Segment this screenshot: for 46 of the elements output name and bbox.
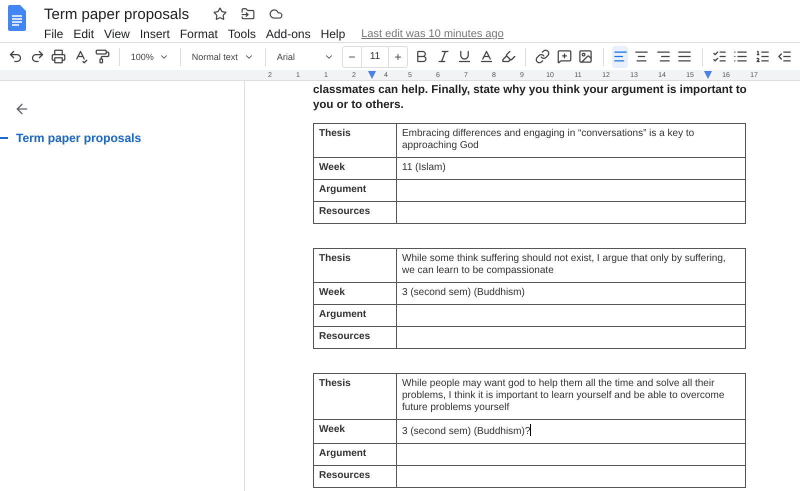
row-label: Argument	[314, 180, 396, 202]
row-label: Week	[314, 158, 396, 180]
font-size-field[interactable]: 11	[361, 46, 390, 66]
table-cell[interactable]	[396, 326, 746, 348]
menu-item[interactable]: Edit	[73, 27, 94, 41]
table-cell[interactable]: 3 (second sem) (Buddhism)?	[396, 420, 746, 444]
row-label: Thesis	[314, 248, 396, 282]
zoom-dropdown[interactable]: 100%	[128, 52, 171, 62]
paragraph: classmates can help. Finally, state why you think your argument is important to you or to others.	[313, 83, 748, 113]
table-cell[interactable]	[396, 180, 746, 202]
row-label: Argument	[314, 444, 396, 466]
table-cell[interactable]	[396, 202, 746, 224]
row-label: Thesis	[314, 124, 396, 158]
row-label: Argument	[314, 304, 396, 326]
table-cell[interactable]: 3 (second sem) (Buddhism)	[396, 282, 746, 304]
menu-item[interactable]: File	[44, 27, 64, 41]
menu-item[interactable]: Help	[320, 27, 346, 41]
table-cell[interactable]: While people may want god to help them all the time and solve all their problems, I think it is important to learn yourself and be able to overcome future problems yourself	[396, 374, 746, 420]
increase-size-button[interactable]: +	[389, 50, 408, 64]
row-label: Resources	[314, 326, 396, 348]
font-dropdown[interactable]: Arial	[274, 52, 336, 62]
table-cell[interactable]	[396, 466, 746, 488]
document-title[interactable]: Term paper proposals	[44, 6, 190, 22]
row-label: Resources	[314, 202, 396, 224]
docs-logo-icon[interactable]	[8, 5, 26, 31]
outline-item[interactable]: Term paper proposals	[16, 131, 142, 145]
table-cell[interactable]: Embracing differences and engaging in “conversations” is a key to approaching God	[396, 124, 746, 158]
style-dropdown[interactable]: Normal text	[190, 52, 256, 62]
indent-marker-icon[interactable]	[368, 71, 376, 79]
menu-item[interactable]: Add-ons	[266, 27, 311, 41]
row-label: Thesis	[314, 374, 396, 420]
table-cell[interactable]: 11 (Islam)	[396, 158, 746, 180]
table-cell[interactable]	[396, 304, 746, 326]
align-left-icon[interactable]	[612, 46, 628, 68]
menu-item[interactable]: Tools	[228, 27, 256, 41]
row-label: Week	[314, 282, 396, 304]
row-label: Resources	[314, 466, 396, 488]
table-cell[interactable]: While some think suffering should not exist, I argue that only by suffering, we can learn to be compassionate	[396, 248, 746, 282]
table-cell[interactable]	[396, 444, 746, 466]
right-indent-marker-icon[interactable]	[704, 71, 712, 79]
menu-item[interactable]: Insert	[140, 27, 170, 41]
menu-item[interactable]: Format	[180, 27, 218, 41]
last-edit-link[interactable]: Last edit was 10 minutes ago	[361, 28, 504, 40]
menu-item[interactable]: View	[104, 27, 130, 41]
decrease-size-button[interactable]: −	[343, 50, 362, 64]
row-label: Week	[314, 420, 396, 444]
